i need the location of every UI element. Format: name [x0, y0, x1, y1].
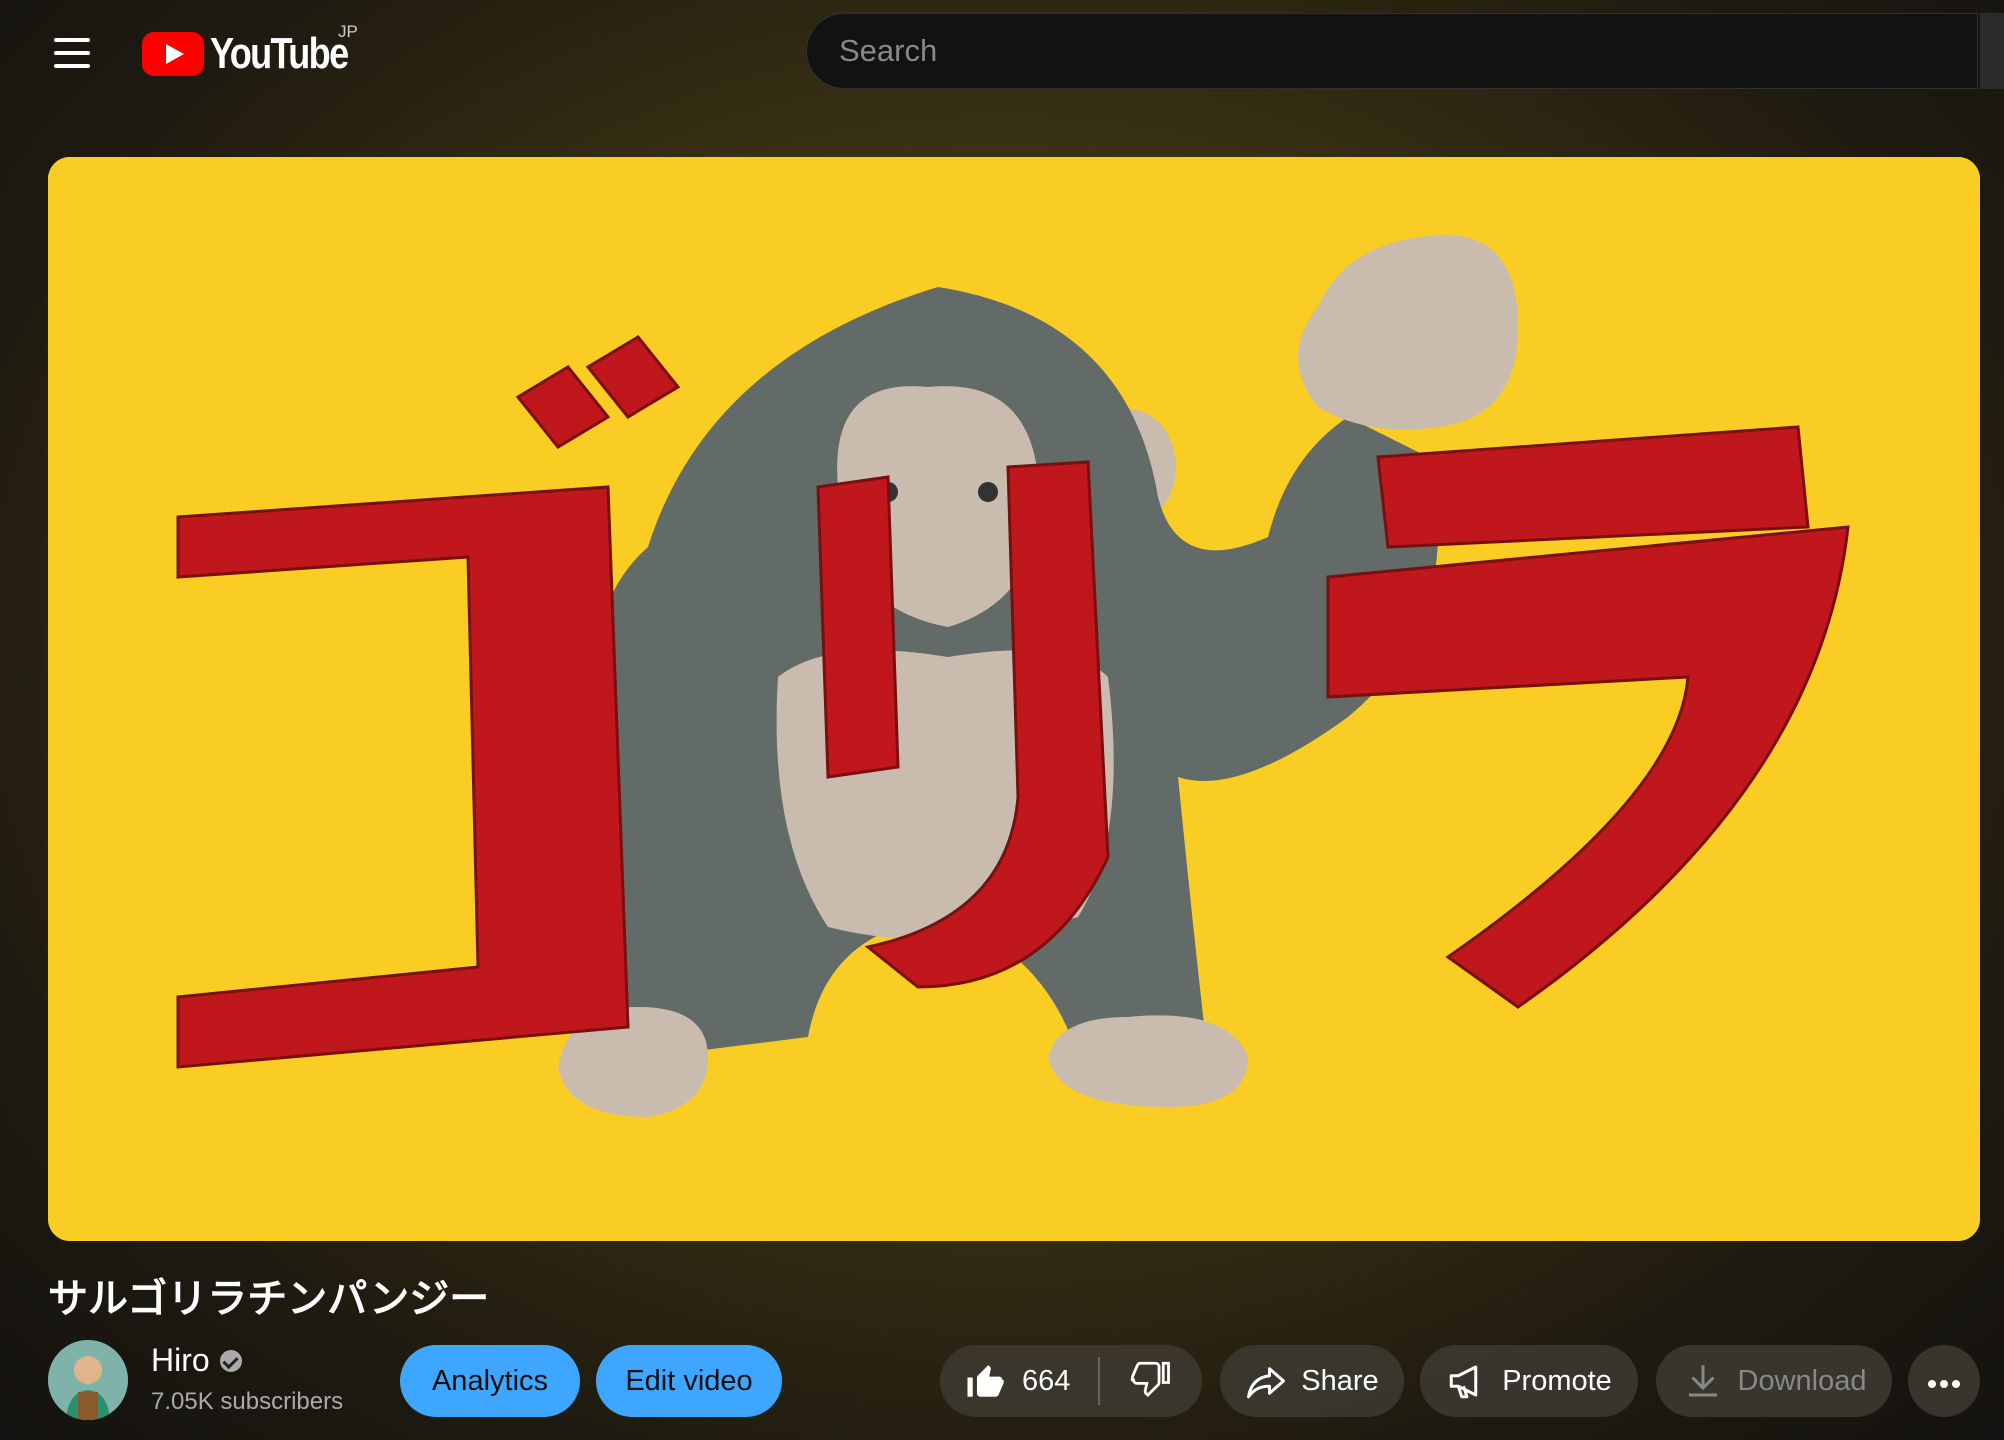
channel-avatar[interactable] — [48, 1340, 128, 1420]
channel-name[interactable]: Hiro — [151, 1342, 242, 1379]
promote-button[interactable]: Promote — [1420, 1345, 1638, 1417]
download-button[interactable]: Download — [1656, 1345, 1892, 1417]
analytics-label: Analytics — [431, 1364, 549, 1397]
video-title: サルゴリラチンパンジー — [48, 1276, 490, 1322]
download-icon — [1682, 1360, 1724, 1402]
subscriber-count: 7.05K subscribers — [151, 1388, 344, 1415]
thumbs-down-icon — [1130, 1358, 1172, 1405]
search-input[interactable] — [807, 14, 1977, 88]
edit-video-button[interactable]: Edit video — [596, 1345, 782, 1417]
verified-badge-icon — [219, 1349, 242, 1372]
download-label: Download — [1737, 1364, 1867, 1397]
logo-text: YouTube — [210, 29, 349, 78]
thumbs-up-icon — [964, 1360, 1006, 1402]
more-actions-button[interactable] — [1908, 1345, 1980, 1417]
like-button[interactable]: 664 — [940, 1345, 1098, 1417]
search-button[interactable] — [1980, 13, 2004, 89]
video-player[interactable] — [48, 157, 1980, 1241]
video-thumbnail — [48, 157, 1980, 1241]
dislike-button[interactable] — [1100, 1345, 1202, 1417]
share-label: Share — [1301, 1364, 1379, 1397]
channel-name-text: Hiro — [151, 1342, 210, 1378]
analytics-button[interactable]: Analytics — [400, 1345, 580, 1417]
top-bar: YouTube JP — [0, 0, 2004, 110]
share-arrow-icon — [1245, 1360, 1287, 1402]
search-box[interactable] — [806, 13, 1978, 89]
promote-label: Promote — [1502, 1364, 1612, 1397]
more-horizontal-icon — [1926, 1365, 1962, 1398]
hamburger-menu-icon[interactable] — [46, 30, 98, 76]
youtube-play-icon — [142, 32, 204, 76]
avatar-image — [48, 1340, 128, 1420]
edit-video-label: Edit video — [625, 1364, 753, 1397]
like-dislike-group: 664 — [940, 1345, 1202, 1417]
country-code: JP — [338, 22, 358, 41]
megaphone-icon — [1446, 1360, 1488, 1402]
share-button[interactable]: Share — [1220, 1345, 1404, 1417]
like-count: 664 — [1022, 1364, 1071, 1397]
